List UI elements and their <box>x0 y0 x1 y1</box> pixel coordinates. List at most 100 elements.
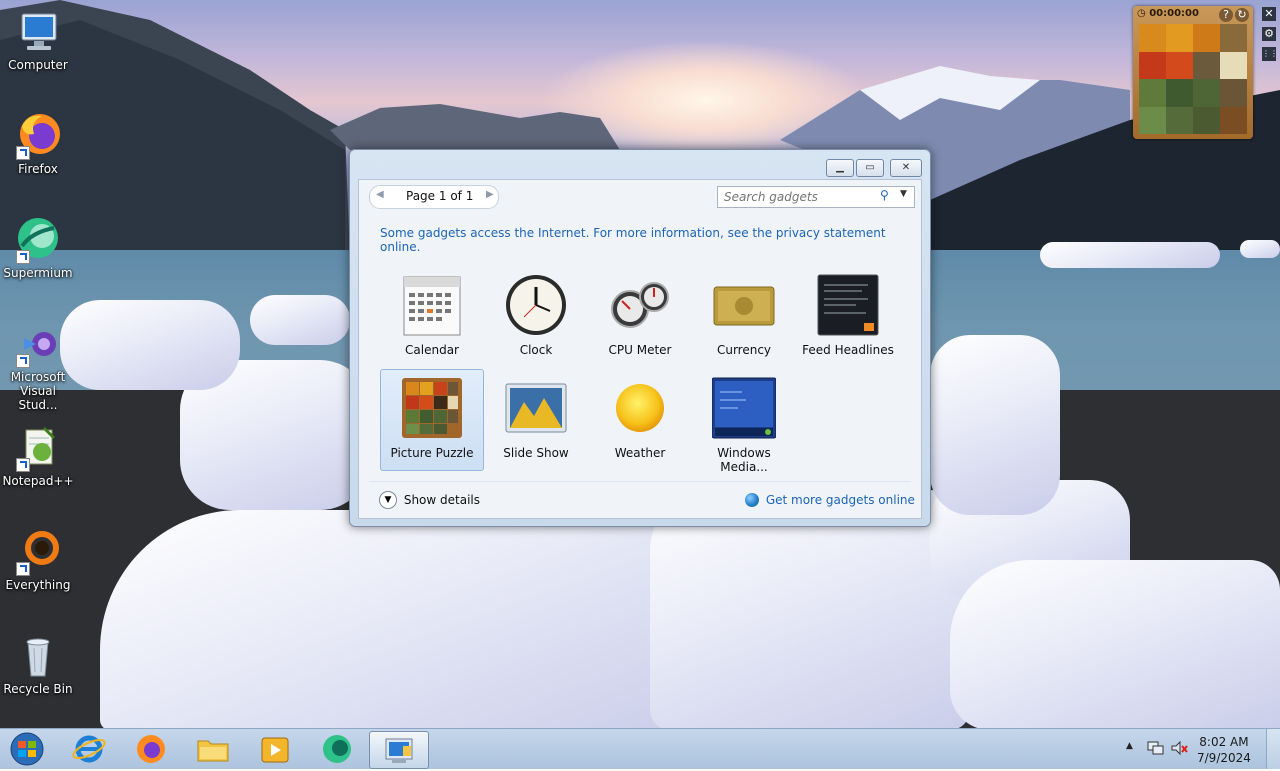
picture-puzzle-icon <box>400 376 464 440</box>
cpu-meter-icon <box>608 273 672 337</box>
taskbar-media-player[interactable] <box>248 731 302 767</box>
recycle-bin-icon <box>14 632 62 680</box>
taskbar: ▲ 8:02 AM 7/9/2024 <box>0 728 1280 769</box>
gadget-gallery-window: ▁ ▭ ✕ ◀ Page 1 of 1 ▶ ⚲ ▼ Some gadgets a… <box>349 149 931 527</box>
taskbar-supermium[interactable] <box>310 731 364 767</box>
options-wrench-icon[interactable]: ⚙ <box>1262 27 1276 41</box>
puzzle-timer: ◷ 00:00:00 <box>1137 8 1199 24</box>
shortcut-arrow-icon <box>16 458 30 472</box>
desktop-icon-notepadpp[interactable]: Notepad++ <box>0 424 76 488</box>
desktop-icon-visual-studio[interactable]: Microsoft Visual Stud... <box>0 320 76 412</box>
dropdown-arrow-icon[interactable]: ▼ <box>900 189 907 199</box>
visual-studio-icon <box>14 320 62 368</box>
timer-icon: ◷ <box>1137 8 1150 19</box>
puzzle-tile[interactable] <box>1193 24 1220 52</box>
desktop-icon-everything[interactable]: Everything <box>0 528 76 592</box>
puzzle-tile[interactable] <box>1139 51 1166 79</box>
taskbar-gadgets-active[interactable] <box>369 731 429 769</box>
ice-block <box>930 335 1060 515</box>
gadget-label: Clock <box>519 343 553 357</box>
clock-date: 7/9/2024 <box>1197 751 1251 765</box>
ice-block <box>60 300 240 390</box>
search-input[interactable] <box>722 189 876 205</box>
previous-page-icon[interactable]: ◀ <box>376 189 384 200</box>
calendar-icon <box>400 273 464 337</box>
get-more-gadgets-link[interactable]: Get more gadgets online <box>745 492 915 507</box>
chevron-down-icon[interactable]: ▼ <box>379 491 397 509</box>
gadget-cpu-meter[interactable]: CPU Meter <box>588 266 692 368</box>
puzzle-tile[interactable] <box>1193 106 1220 134</box>
puzzle-tile[interactable] <box>1166 24 1193 52</box>
search-box[interactable]: ⚲ ▼ <box>717 186 915 208</box>
show-hidden-icons-chevron-icon[interactable]: ▲ <box>1126 741 1133 751</box>
desktop-icon-supermium[interactable]: Supermium <box>0 216 76 280</box>
shortcut-arrow-icon <box>16 250 30 264</box>
gadget-clock[interactable]: Clock <box>484 266 588 368</box>
refresh-icon[interactable]: ↻ <box>1235 8 1249 22</box>
show-details-toggle[interactable]: ▼ Show details <box>379 491 480 509</box>
folder-icon <box>197 740 229 762</box>
ice-block <box>100 510 720 728</box>
gadget-feed-headlines[interactable]: Feed Headlines <box>796 266 900 368</box>
media-player-icon <box>261 737 289 763</box>
close-gadget-icon[interactable]: ✕ <box>1262 7 1276 21</box>
network-icon[interactable] <box>1146 739 1164 757</box>
drag-handle-icon[interactable]: ⋮⋮ <box>1262 47 1278 61</box>
close-button[interactable]: ✕ <box>890 159 922 177</box>
taskbar-internet-explorer[interactable] <box>62 731 116 767</box>
puzzle-tile[interactable] <box>1139 106 1166 134</box>
minimize-button[interactable]: ▁ <box>826 159 854 177</box>
puzzle-tile[interactable] <box>1139 79 1166 107</box>
gadget-weather[interactable]: Weather <box>588 369 692 471</box>
shortcut-arrow-icon <box>16 562 30 576</box>
desktop-icon-computer[interactable]: Computer <box>0 8 76 72</box>
gadget-slide-show[interactable]: Slide Show <box>484 369 588 471</box>
desktop-icon-recycle-bin[interactable]: Recycle Bin <box>0 632 76 696</box>
desktop-icon-label: Everything <box>5 578 71 592</box>
puzzle-tile[interactable] <box>1220 79 1247 107</box>
weather-sun-icon <box>608 376 672 440</box>
globe-icon <box>745 492 759 507</box>
search-icon[interactable]: ⚲ <box>880 188 889 202</box>
puzzle-tile[interactable] <box>1220 106 1247 134</box>
puzzle-tile[interactable] <box>1139 24 1166 52</box>
puzzle-tile[interactable] <box>1193 79 1220 107</box>
taskbar-file-explorer[interactable] <box>186 731 240 767</box>
page-navigator: ◀ Page 1 of 1 ▶ <box>369 185 499 209</box>
puzzle-tile[interactable] <box>1220 51 1247 79</box>
ice-block <box>950 560 1280 728</box>
start-button[interactable] <box>2 731 52 767</box>
puzzle-tile[interactable] <box>1166 79 1193 107</box>
get-more-label: Get more gadgets online <box>765 492 915 507</box>
gadget-picture-puzzle[interactable]: Picture Puzzle <box>380 369 484 471</box>
gadget-label: CPU Meter <box>608 343 672 357</box>
next-page-icon[interactable]: ▶ <box>486 189 494 200</box>
volume-muted-icon[interactable] <box>1170 739 1188 757</box>
system-clock[interactable]: 8:02 AM 7/9/2024 <box>1197 734 1251 766</box>
puzzle-tile[interactable] <box>1166 106 1193 134</box>
puzzle-tile[interactable] <box>1193 51 1220 79</box>
desktop-icon-label: Firefox <box>18 162 58 176</box>
desktop-icon-label: Computer <box>8 58 68 72</box>
puzzle-grid[interactable] <box>1139 24 1247 134</box>
supermium-icon <box>323 735 351 763</box>
gadgets-icon <box>385 738 413 763</box>
picture-puzzle-gadget[interactable]: ◷ 00:00:00 ? ↻ <box>1133 6 1253 139</box>
help-icon[interactable]: ? <box>1219 8 1233 22</box>
puzzle-tile[interactable] <box>1220 24 1247 52</box>
gadget-calendar[interactable]: Calendar <box>380 266 484 368</box>
computer-icon <box>14 8 62 56</box>
desktop-icon-label: Notepad++ <box>2 474 74 488</box>
restore-button[interactable]: ▭ <box>856 159 884 177</box>
supermium-icon <box>14 216 62 264</box>
gallery-panel: ◀ Page 1 of 1 ▶ ⚲ ▼ Some gadgets access … <box>358 179 922 519</box>
gadget-label: Weather <box>614 446 666 460</box>
desktop-icon-firefox[interactable]: Firefox <box>0 112 76 176</box>
taskbar-firefox[interactable] <box>124 731 178 767</box>
gadget-windows-media[interactable]: Windows Media... <box>692 369 796 474</box>
privacy-notice-link[interactable]: Some gadgets access the Internet. For mo… <box>380 226 921 254</box>
puzzle-tile[interactable] <box>1166 51 1193 79</box>
show-desktop-button[interactable] <box>1266 729 1280 769</box>
gadget-label: Calendar <box>405 343 459 357</box>
gadget-currency[interactable]: Currency <box>692 266 796 368</box>
